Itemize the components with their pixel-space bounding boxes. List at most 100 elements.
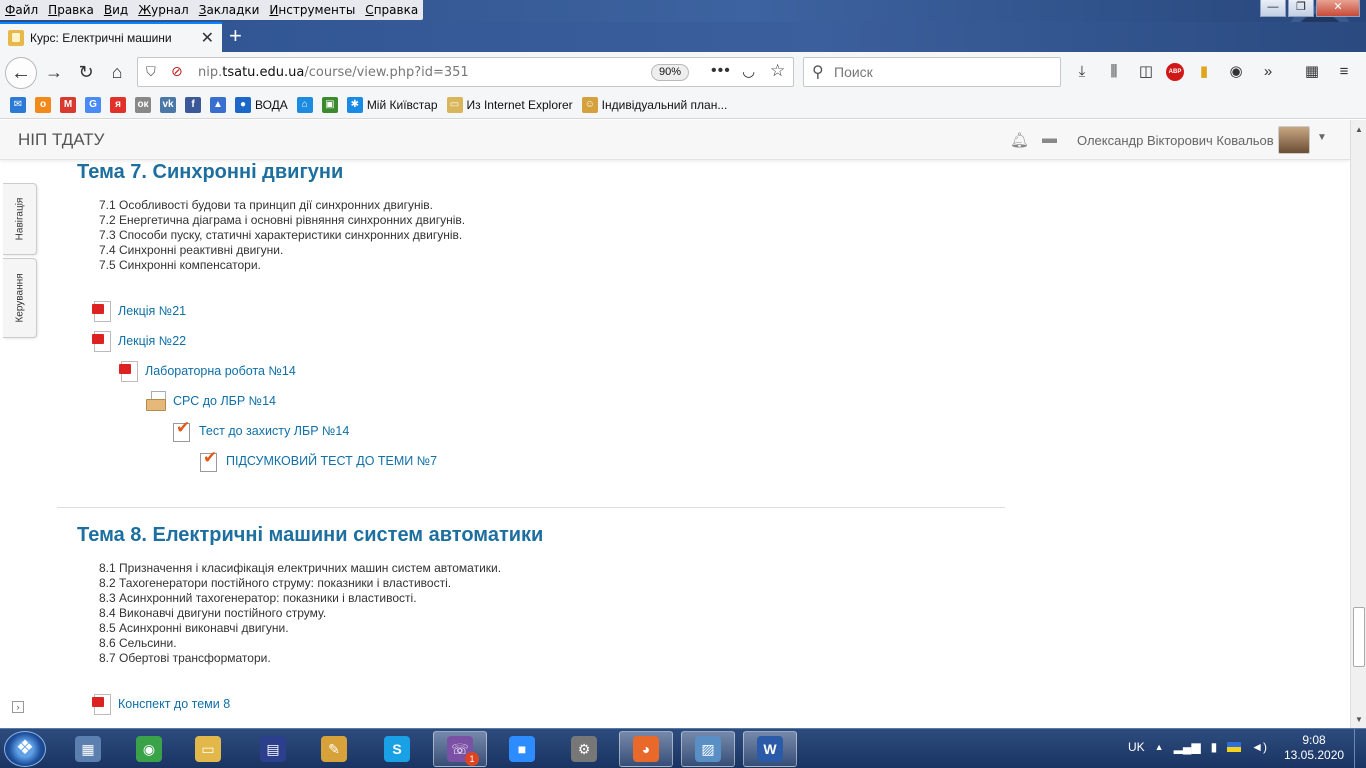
taskbar-calculator[interactable]: ▦ (61, 731, 115, 767)
bookmark-item[interactable]: ✉ (10, 97, 26, 113)
battery-icon[interactable]: ▮ (1211, 740, 1218, 754)
activity-link[interactable]: Лекція №21 (118, 304, 186, 318)
url-text[interactable]: nip.tsatu.edu.ua/course/view.php?id=351 (198, 65, 469, 80)
menu-bookmarks[interactable]: Закладки (194, 0, 265, 20)
taskbar-photos[interactable]: ▨ (681, 731, 735, 767)
taskbar-firefox[interactable]: ◕ (619, 731, 673, 767)
bookmark-item[interactable]: ☺ Індивідуальний план... (581, 97, 727, 113)
menu-tools[interactable]: Инструменты (264, 0, 360, 20)
toolbar-icons: ⤓ ⫼ ◫ ABP ▮ ◉ » ▦ ≡ (1070, 61, 1356, 83)
insecure-lock-icon[interactable]: ⊘ (171, 63, 183, 80)
pocket-icon[interactable]: ◡ (742, 62, 755, 80)
bookmark-item[interactable]: ▭ Из Internet Explorer (446, 97, 573, 113)
network-signal-icon[interactable]: ▂▄▆ (1174, 740, 1201, 754)
volume-icon[interactable]: ◄) (1251, 740, 1267, 754)
activity-test-lab-14[interactable]: Тест до захисту ЛБР №14 (172, 418, 349, 442)
new-tab-button[interactable]: + (229, 24, 242, 48)
downloads-icon[interactable]: ⤓ (1070, 61, 1094, 83)
bookmark-item[interactable]: M (60, 97, 76, 113)
activity-final-test-7[interactable]: ПІДСУМКОВИЙ ТЕСТ ДО ТЕМИ №7 (199, 448, 437, 472)
shield-icon[interactable]: ⛉ (146, 64, 156, 80)
scroll-down-icon[interactable]: ▼ (1351, 712, 1366, 728)
user-menu-caret-icon[interactable]: ▼ (1317, 132, 1327, 143)
reload-button[interactable]: ↻ (74, 60, 98, 84)
bookmark-item[interactable]: ● ВОДА (235, 97, 288, 113)
administration-drawer-tab[interactable]: Керування (3, 258, 37, 338)
bookmark-item[interactable]: ✱ Мій Київстар (346, 97, 438, 113)
start-button[interactable] (4, 731, 46, 767)
bookmark-item[interactable]: G (85, 97, 101, 113)
search-bar[interactable]: ⚲ (803, 57, 1061, 87)
dock-toggle-icon[interactable]: › (12, 701, 24, 713)
activity-summary-8[interactable]: Конспект до теми 8 (92, 693, 230, 715)
bookmark-item[interactable]: ▲ (210, 97, 226, 113)
tab-course[interactable]: Курс: Електричні машини ✕ (0, 22, 222, 52)
activity-link[interactable]: ПІДСУМКОВИЙ ТЕСТ ДО ТЕМИ №7 (226, 454, 437, 468)
taskbar-word[interactable]: W (743, 731, 797, 767)
menu-view[interactable]: Вид (99, 0, 133, 20)
scroll-thumb[interactable] (1353, 607, 1365, 667)
avatar[interactable] (1278, 126, 1310, 154)
zoom-level-badge[interactable]: 90% (651, 64, 689, 81)
extensions-icon[interactable]: ▦ (1300, 61, 1324, 83)
scroll-up-icon[interactable]: ▲ (1351, 122, 1366, 138)
bookmark-item[interactable]: я (110, 97, 126, 113)
account-icon[interactable]: ◉ (1224, 61, 1248, 83)
taskbar-zoom[interactable]: ■ (495, 731, 549, 767)
overflow-chevron-icon[interactable]: » (1256, 61, 1280, 83)
show-desktop-button[interactable] (1354, 729, 1366, 768)
tray-expand-icon[interactable]: ▲ (1155, 742, 1164, 752)
activity-link[interactable]: Лекція №22 (118, 334, 186, 348)
address-bar[interactable]: ⛉ ⊘ nip.tsatu.edu.ua/course/view.php?id=… (137, 57, 794, 87)
bookmark-item[interactable]: vk (160, 97, 176, 113)
taskbar-skype[interactable]: S (370, 731, 424, 767)
minimize-button[interactable]: — (1260, 0, 1286, 17)
taskbar-floppy[interactable]: ▤ (246, 731, 300, 767)
activity-lecture-22[interactable]: Лекція №22 (92, 330, 186, 352)
page-actions-icon[interactable]: ••• (711, 62, 731, 80)
bookmark-flag-icon[interactable]: ▮ (1192, 61, 1216, 83)
maximize-button[interactable]: ❐ (1288, 0, 1314, 17)
activity-link[interactable]: Лабораторна робота №14 (145, 364, 296, 378)
activity-link[interactable]: СРС до ЛБР №14 (173, 394, 276, 408)
activity-lab-14[interactable]: Лабораторна робота №14 (119, 360, 296, 382)
bookmark-item[interactable]: f (185, 97, 201, 113)
activity-link[interactable]: Тест до захисту ЛБР №14 (199, 424, 349, 438)
bookmark-item[interactable]: ▣ (321, 97, 338, 113)
site-brand-link[interactable]: НІП ТДАТУ (18, 130, 104, 150)
menu-edit[interactable]: Правка (43, 0, 99, 20)
back-button[interactable]: ← (5, 57, 37, 89)
taskbar-paint[interactable]: ✎ (307, 731, 361, 767)
activity-link[interactable]: Конспект до теми 8 (118, 697, 230, 711)
tab-close-icon[interactable]: ✕ (201, 28, 214, 48)
page-scrollbar[interactable]: ▲ ▼ (1350, 120, 1366, 728)
navigation-drawer-tab[interactable]: Навігація (3, 183, 37, 255)
language-indicator[interactable]: UK (1128, 740, 1145, 754)
user-menu-name[interactable]: Олександр Вікторович Ковальов (1077, 133, 1274, 148)
activity-lecture-21[interactable]: Лекція №21 (92, 300, 186, 322)
activity-srs-14[interactable]: СРС до ЛБР №14 (146, 390, 276, 412)
bookmark-item[interactable]: о (35, 97, 51, 113)
menu-history[interactable]: Журнал (133, 0, 194, 20)
search-input[interactable] (834, 64, 1044, 80)
close-window-button[interactable]: ✕ (1316, 0, 1360, 17)
home-button[interactable]: ⌂ (105, 60, 129, 84)
taskbar-chrome[interactable]: ◉ (122, 731, 176, 767)
adblock-icon[interactable]: ABP (1166, 63, 1184, 81)
taskbar-viber[interactable]: ☏ 1 (433, 731, 487, 767)
menu-file[interactable]: Файл (0, 0, 43, 20)
taskbar-clock[interactable]: 9:08 13.05.2020 (1284, 733, 1344, 763)
menu-help[interactable]: Справка (360, 0, 423, 20)
bookmark-item[interactable]: ок (135, 97, 151, 113)
library-icon[interactable]: ⫼ (1102, 61, 1126, 83)
forward-button[interactable]: → (42, 60, 66, 84)
taskbar-explorer[interactable]: ▭ (181, 731, 235, 767)
messages-icon[interactable]: ▬ (1042, 130, 1057, 147)
bookmark-star-icon[interactable]: ☆ (770, 61, 785, 81)
hamburger-menu-icon[interactable]: ≡ (1332, 61, 1356, 83)
bookmark-item[interactable]: ⌂ (296, 97, 313, 113)
taskbar-network-tool[interactable]: ⚙ (557, 731, 611, 767)
ukraine-flag-icon[interactable] (1227, 742, 1242, 752)
sidebar-icon[interactable]: ◫ (1134, 61, 1158, 83)
notifications-bell-icon[interactable]: 🔔︎ (1010, 131, 1029, 149)
